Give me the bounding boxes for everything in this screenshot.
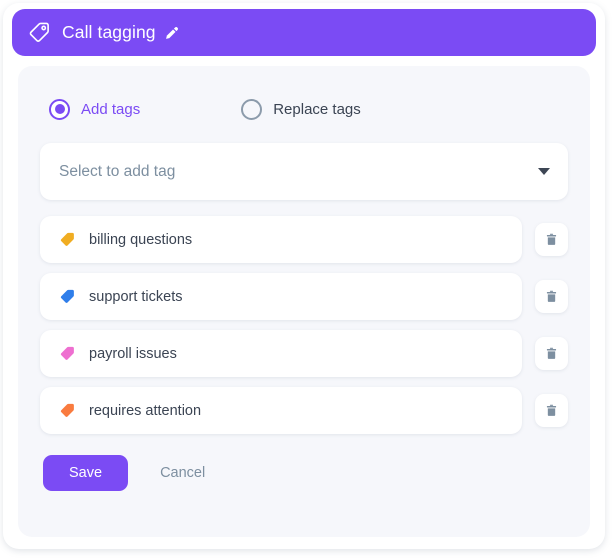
add-tag-select-placeholder: Select to add tag bbox=[59, 162, 176, 180]
add-tag-select[interactable]: Select to add tag bbox=[40, 143, 568, 200]
trash-icon bbox=[546, 290, 557, 302]
delete-tag-button[interactable] bbox=[535, 280, 568, 313]
trash-icon bbox=[546, 404, 557, 416]
tag-row: requires attention bbox=[40, 387, 568, 434]
tag-icon bbox=[60, 289, 74, 303]
cancel-button[interactable]: Cancel bbox=[154, 464, 211, 482]
trash-icon bbox=[546, 347, 557, 359]
tag-mode-radio-group: Add tags Replace tags bbox=[49, 97, 568, 121]
tag-card[interactable]: payroll issues bbox=[40, 330, 522, 377]
delete-tag-button[interactable] bbox=[535, 394, 568, 427]
tag-row: billing questions bbox=[40, 216, 568, 263]
call-tagging-dialog: Call tagging Add tags Replace tags Selec… bbox=[3, 3, 605, 549]
radio-option-replace-tags[interactable]: Replace tags bbox=[241, 98, 361, 120]
trash-icon bbox=[546, 233, 557, 245]
radio-mark-add-tags[interactable] bbox=[49, 98, 70, 120]
tag-icon bbox=[60, 232, 74, 246]
delete-tag-button[interactable] bbox=[535, 337, 568, 370]
tag-label: billing questions bbox=[89, 231, 193, 248]
dialog-footer: Save Cancel bbox=[40, 455, 568, 491]
dialog-body: Add tags Replace tags Select to add tag … bbox=[18, 66, 590, 537]
tag-icon bbox=[29, 22, 49, 42]
tag-label: payroll issues bbox=[89, 345, 177, 362]
page-title: Call tagging bbox=[62, 22, 156, 42]
chevron-down-icon[interactable] bbox=[538, 168, 550, 175]
tag-icon bbox=[60, 403, 74, 417]
save-button[interactable]: Save bbox=[43, 455, 129, 491]
tag-card[interactable]: support tickets bbox=[40, 273, 522, 320]
radio-label-add-tags: Add tags bbox=[81, 100, 141, 118]
tag-label: requires attention bbox=[89, 402, 202, 419]
radio-label-replace-tags: Replace tags bbox=[273, 100, 361, 118]
tag-row: payroll issues bbox=[40, 330, 568, 377]
radio-mark-replace-tags[interactable] bbox=[241, 98, 263, 120]
tag-list: billing questions support tickets payrol… bbox=[40, 216, 568, 434]
pencil-icon[interactable] bbox=[164, 25, 180, 41]
dialog-header: Call tagging bbox=[12, 9, 596, 56]
tag-card[interactable]: requires attention bbox=[40, 387, 522, 434]
tag-row: support tickets bbox=[40, 273, 568, 320]
tag-icon bbox=[60, 346, 74, 360]
tag-card[interactable]: billing questions bbox=[40, 216, 522, 263]
tag-label: support tickets bbox=[89, 288, 183, 305]
delete-tag-button[interactable] bbox=[535, 223, 568, 256]
radio-option-add-tags[interactable]: Add tags bbox=[49, 98, 141, 120]
